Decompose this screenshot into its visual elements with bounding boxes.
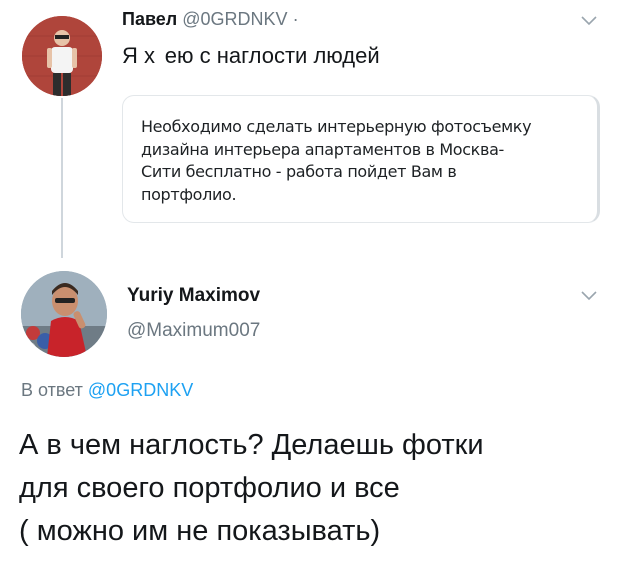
quote-line: Необходимо сделать интерьерную фотосъемк… — [141, 117, 532, 136]
author-handle[interactable]: @Maximum007 — [127, 320, 260, 342]
quote-line: портфолио. — [141, 184, 237, 204]
tweet-text-line: ( можно им не показывать) — [19, 515, 381, 547]
author-name[interactable]: Yuriy Maximov — [127, 285, 260, 307]
separator-dot: · — [292, 9, 299, 29]
reply-prefix: В ответ — [21, 380, 83, 400]
author-handle[interactable]: @0GRDNKV — [182, 9, 287, 29]
quoted-message-text: Необходимо сделать интерьерную фотосъемк… — [141, 116, 596, 206]
reply-context: В ответ @0GRDNKV — [21, 380, 193, 401]
avatar-pavel[interactable] — [22, 16, 102, 96]
reply-handle-link[interactable]: @0GRDNKV — [88, 380, 193, 400]
chevron-down-icon[interactable] — [578, 285, 600, 305]
quote-line: Сити бесплатно - работа пойдет Вам в — [141, 162, 457, 181]
tweet-text-line: А в чем наглость? Делаешь фотки — [19, 429, 484, 461]
tweet-text: А в чем наглость? Делаешь фотки для свое… — [19, 424, 619, 553]
quote-line: дизайна интерьера апартаментов в Москва- — [141, 139, 504, 159]
tweet-text: Я х ею с наглости людей — [122, 43, 380, 68]
avatar-yuriy[interactable] — [21, 271, 107, 357]
tweet-text-line: для своего портфолио и все — [19, 472, 400, 504]
author-name[interactable]: Павел — [122, 9, 177, 29]
thread-connector-line — [61, 98, 63, 258]
tweet-header: Павел @0GRDNKV · — [122, 9, 299, 30]
chevron-down-icon[interactable] — [578, 10, 600, 30]
